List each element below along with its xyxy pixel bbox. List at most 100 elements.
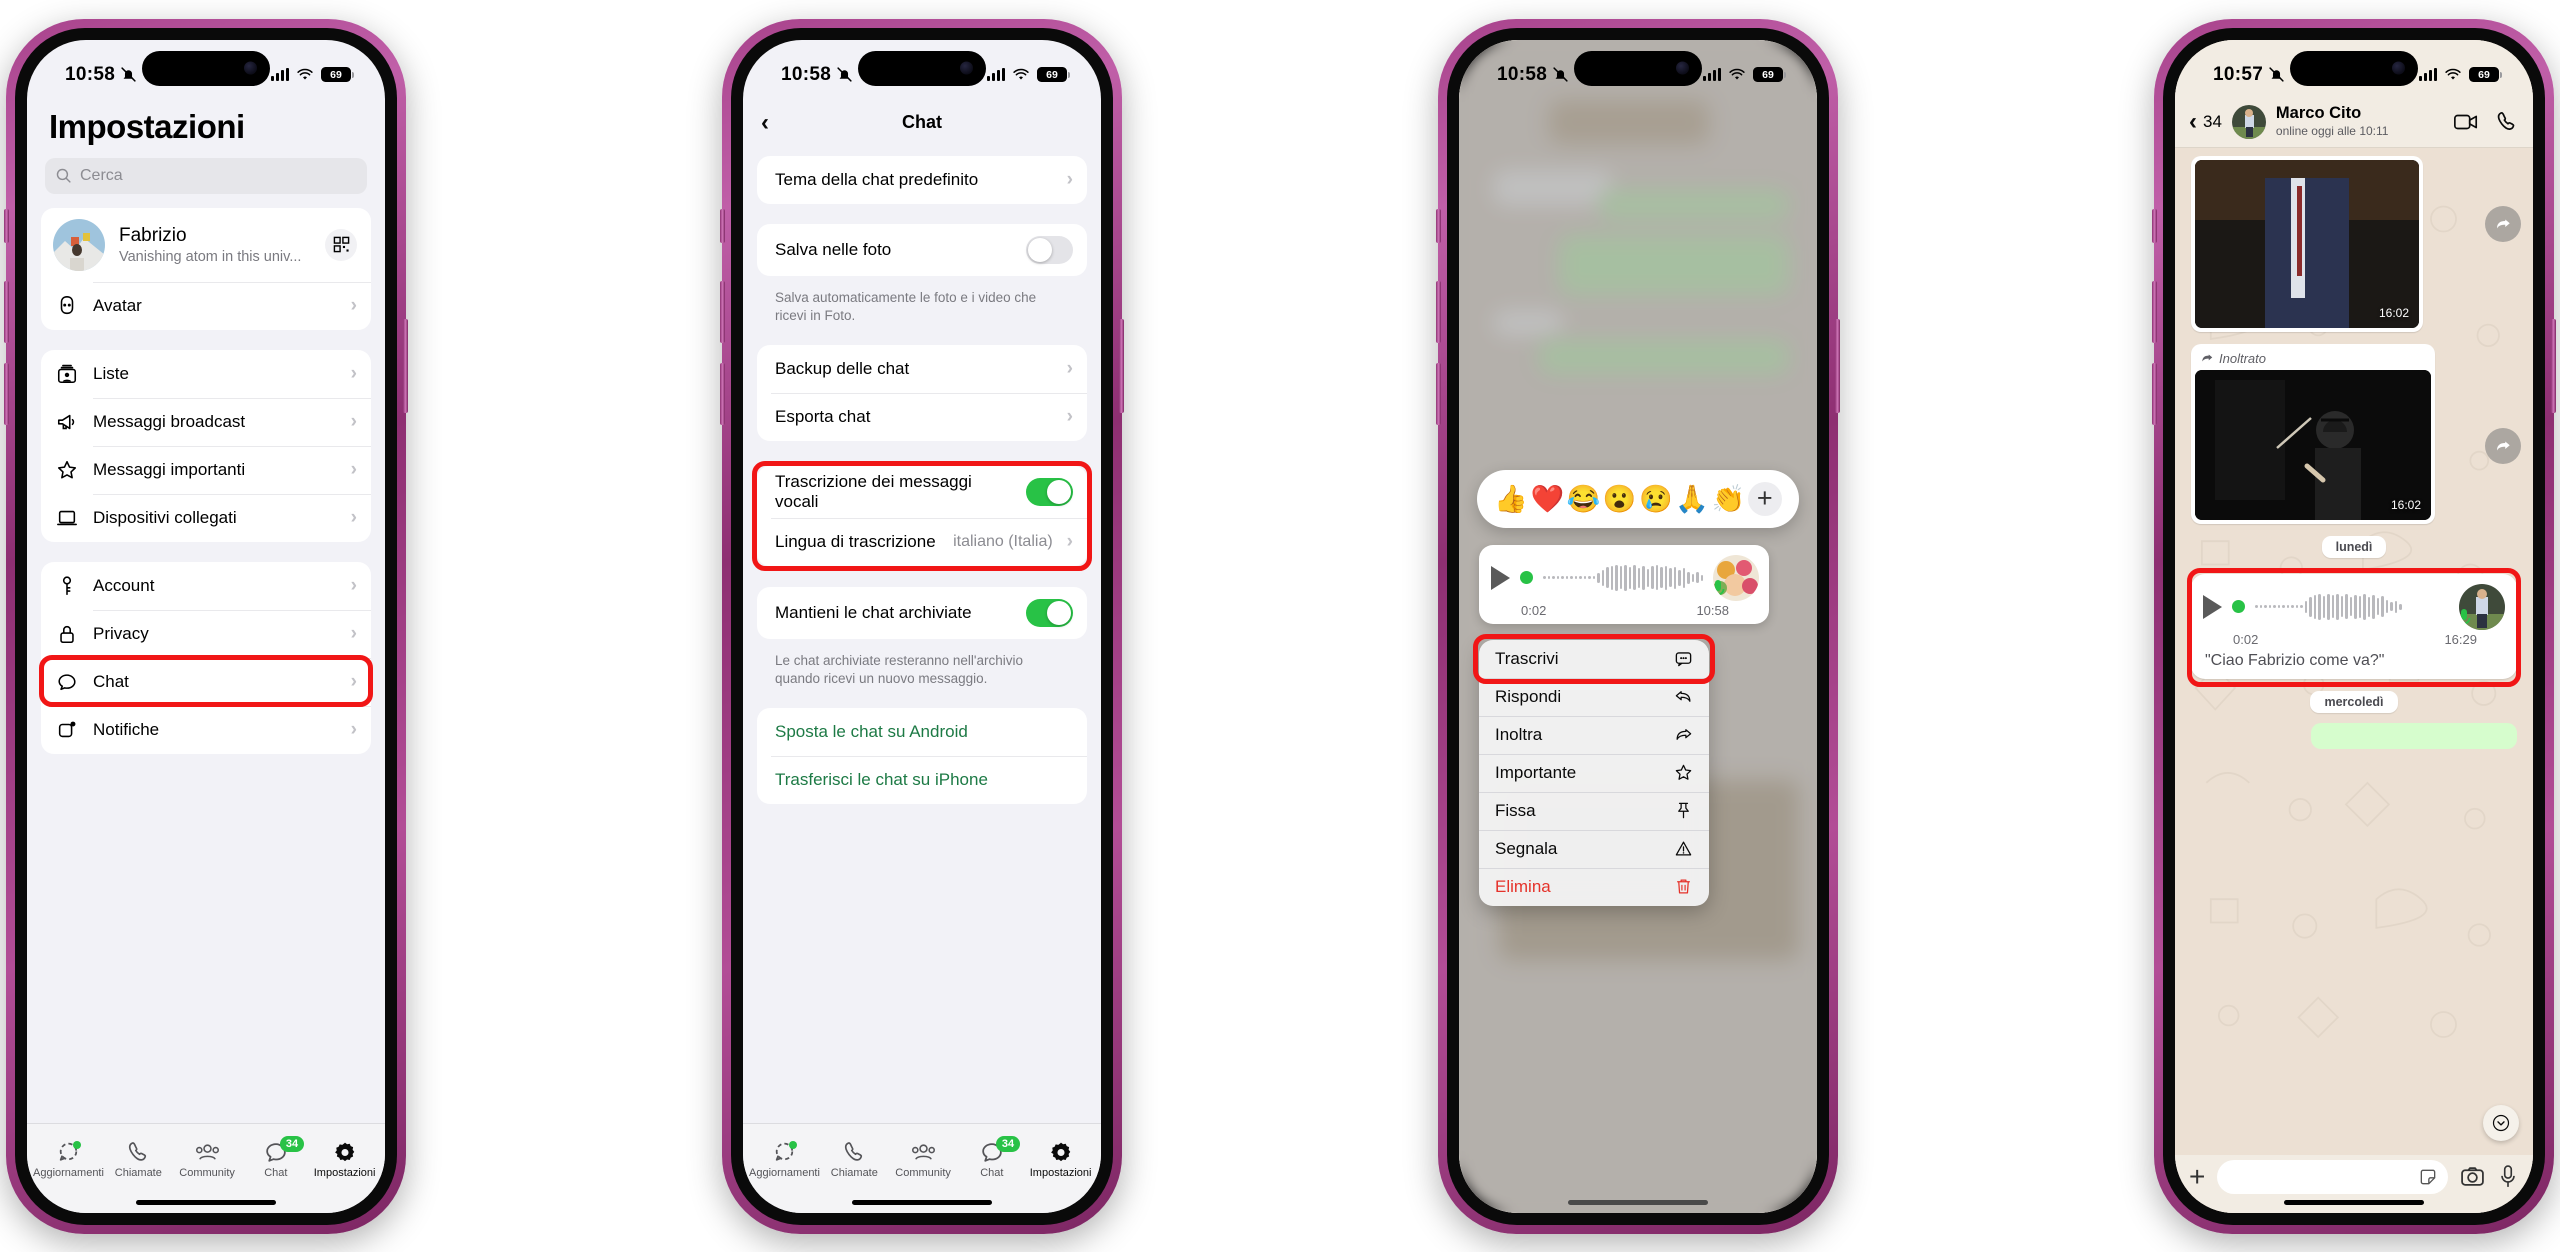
- power-button[interactable]: [1835, 318, 1840, 413]
- menu-item-segnala[interactable]: Segnala: [1479, 829, 1709, 868]
- link-move-to-android[interactable]: Sposta le chat su Android: [757, 708, 1087, 756]
- row-export[interactable]: Esporta chat ›: [757, 392, 1087, 441]
- scroll-to-bottom-button[interactable]: [2483, 1104, 2519, 1141]
- link-transfer-to-iphone[interactable]: Trasferisci le chat su iPhone: [757, 756, 1087, 804]
- row-label: Trasferisci le chat su iPhone: [775, 770, 988, 790]
- menu-item-fissa[interactable]: Fissa: [1479, 791, 1709, 830]
- home-indicator: [1459, 1193, 1817, 1213]
- power-button[interactable]: [1119, 318, 1124, 413]
- microphone-icon[interactable]: [2497, 1164, 2519, 1189]
- menu-item-elimina[interactable]: Elimina: [1479, 867, 1709, 906]
- volume-up-button[interactable]: [2152, 280, 2157, 343]
- tab-impostazioni[interactable]: Impostazioni: [1026, 1139, 1095, 1179]
- power-button[interactable]: [403, 318, 408, 413]
- menu-item-trascrivi[interactable]: Trascrivi: [1479, 640, 1709, 678]
- voice-call-icon[interactable]: [2495, 110, 2519, 134]
- reaction-clap[interactable]: 👏: [1712, 483, 1746, 515]
- contact-avatar[interactable]: [2231, 105, 2266, 139]
- sidebar-item-broadcast[interactable]: Messaggi broadcast ›: [41, 397, 371, 446]
- keep-archived-toggle[interactable]: [1026, 598, 1073, 627]
- tab-community[interactable]: Community: [889, 1139, 958, 1179]
- attach-plus-button[interactable]: +: [2189, 1162, 2205, 1191]
- forward-button-2[interactable]: [2485, 427, 2521, 464]
- chat-settings-scroll[interactable]: Tema della chat predefinito › Salva nell…: [743, 148, 1101, 1123]
- phone-2-screen: 10:58 69 ‹ Chat Tema della chat predefin…: [743, 39, 1101, 1213]
- qr-code-icon[interactable]: [325, 228, 357, 261]
- outgoing-message-partial[interactable]: [2311, 722, 2517, 749]
- sender-avatar: [1713, 554, 1759, 601]
- mute-switch[interactable]: [1436, 208, 1441, 243]
- tab-impostazioni[interactable]: Impostazioni: [310, 1139, 379, 1179]
- menu-item-importante[interactable]: Importante: [1479, 753, 1709, 792]
- volume-down-button[interactable]: [4, 362, 9, 425]
- reaction-sad[interactable]: 😢: [1639, 483, 1673, 515]
- video-call-icon[interactable]: [2453, 109, 2479, 135]
- play-icon[interactable]: [1491, 565, 1510, 590]
- sidebar-item-chat[interactable]: Chat ›: [41, 657, 371, 706]
- power-button[interactable]: [2551, 318, 2556, 413]
- mute-switch[interactable]: [4, 208, 9, 243]
- reaction-joy[interactable]: 😂: [1567, 483, 1601, 515]
- tab-chat[interactable]: 34 Chat: [957, 1136, 1026, 1179]
- sidebar-item-account[interactable]: Account ›: [41, 562, 371, 610]
- row-keep-archived[interactable]: Mantieni le chat archiviate: [757, 587, 1087, 639]
- forward-button-1[interactable]: [2485, 205, 2521, 242]
- tab-chiamate[interactable]: Chiamate: [104, 1139, 173, 1179]
- sidebar-item-notifiche[interactable]: Notifiche ›: [41, 705, 371, 754]
- reaction-pray[interactable]: 🙏: [1675, 483, 1709, 515]
- image-message-2-forwarded[interactable]: Inoltrato 16:02: [2191, 343, 2435, 524]
- reaction-thumbsup[interactable]: 👍: [1494, 483, 1528, 515]
- mute-switch[interactable]: [2152, 208, 2157, 243]
- row-default-theme[interactable]: Tema della chat predefinito ›: [757, 156, 1087, 204]
- mute-switch[interactable]: [720, 208, 725, 243]
- volume-down-button[interactable]: [720, 362, 725, 425]
- day-label: mercoledì: [2310, 690, 2398, 713]
- tab-chiamate[interactable]: Chiamate: [820, 1139, 889, 1179]
- tab-aggiornamenti[interactable]: Aggiornamenti: [33, 1139, 104, 1179]
- image-message-1[interactable]: 16:02: [2191, 155, 2423, 332]
- row-backup[interactable]: Backup delle chat ›: [757, 345, 1087, 393]
- search-input[interactable]: Cerca: [45, 157, 367, 194]
- seek-position-dot[interactable]: [2232, 600, 2245, 613]
- tab-aggiornamenti[interactable]: Aggiornamenti: [749, 1139, 820, 1179]
- volume-up-button[interactable]: [720, 280, 725, 343]
- tab-chat[interactable]: 34 Chat: [241, 1136, 310, 1179]
- voice-message-with-transcript[interactable]: 0:02 16:29 "Ciao Fabrizio come va?": [2191, 573, 2517, 679]
- volume-up-button[interactable]: [4, 280, 9, 343]
- row-label: Backup delle chat: [775, 358, 910, 378]
- settings-scroll[interactable]: Impostazioni Cerca Fabrizio Vanishing at…: [27, 98, 385, 1123]
- voice-message-bubble[interactable]: 0:02 10:58: [1479, 544, 1769, 624]
- sidebar-item-liste[interactable]: Liste ›: [41, 350, 371, 398]
- menu-item-inoltra[interactable]: Inoltra: [1479, 715, 1709, 754]
- sticker-icon[interactable]: [2418, 1167, 2438, 1187]
- row-voice-transcription[interactable]: Trascrizione dei messaggi vocali: [757, 466, 1087, 518]
- sidebar-item-importanti[interactable]: Messaggi importanti ›: [41, 445, 371, 494]
- reaction-heart[interactable]: ❤️: [1530, 483, 1564, 515]
- profile-row[interactable]: Fabrizio Vanishing atom in this univ...: [41, 208, 371, 282]
- volume-up-button[interactable]: [1436, 280, 1441, 343]
- sidebar-item-avatar[interactable]: Avatar ›: [41, 281, 371, 330]
- save-photos-toggle[interactable]: [1026, 235, 1073, 264]
- reaction-surprised[interactable]: 😮: [1603, 483, 1637, 515]
- menu-item-rispondi[interactable]: Rispondi: [1479, 677, 1709, 716]
- row-transcription-language[interactable]: Lingua di trascrizione italiano (Italia)…: [757, 517, 1087, 566]
- seek-position-dot[interactable]: [1520, 571, 1533, 584]
- dim-overlay[interactable]: [1459, 39, 1817, 1213]
- volume-down-button[interactable]: [1436, 362, 1441, 425]
- sidebar-item-privacy[interactable]: Privacy ›: [41, 609, 371, 658]
- add-reaction-button[interactable]: +: [1747, 481, 1782, 516]
- tab-community[interactable]: Community: [173, 1139, 242, 1179]
- voice-transcription-toggle[interactable]: [1026, 477, 1073, 506]
- sidebar-item-dispositivi[interactable]: Dispositivi collegati ›: [41, 493, 371, 542]
- camera-icon[interactable]: [2460, 1164, 2485, 1189]
- message-list[interactable]: 16:02 Inoltrato 16:02 lunedì 0:02 16:29 …: [2175, 148, 2533, 1213]
- volume-down-button[interactable]: [2152, 362, 2157, 425]
- cellular-signal-icon: [2419, 68, 2437, 81]
- message-input[interactable]: [2217, 1159, 2448, 1194]
- play-icon[interactable]: [2203, 594, 2222, 619]
- back-button[interactable]: ‹: [2189, 108, 2197, 136]
- transfer-group: Sposta le chat su Android Trasferisci le…: [757, 708, 1087, 805]
- phone-1-screen: 10:58 69 Impostazioni Cerca Fabrizio Van…: [27, 39, 385, 1213]
- page-title: Chat: [902, 112, 942, 132]
- row-save-to-photos[interactable]: Salva nelle foto: [757, 224, 1087, 276]
